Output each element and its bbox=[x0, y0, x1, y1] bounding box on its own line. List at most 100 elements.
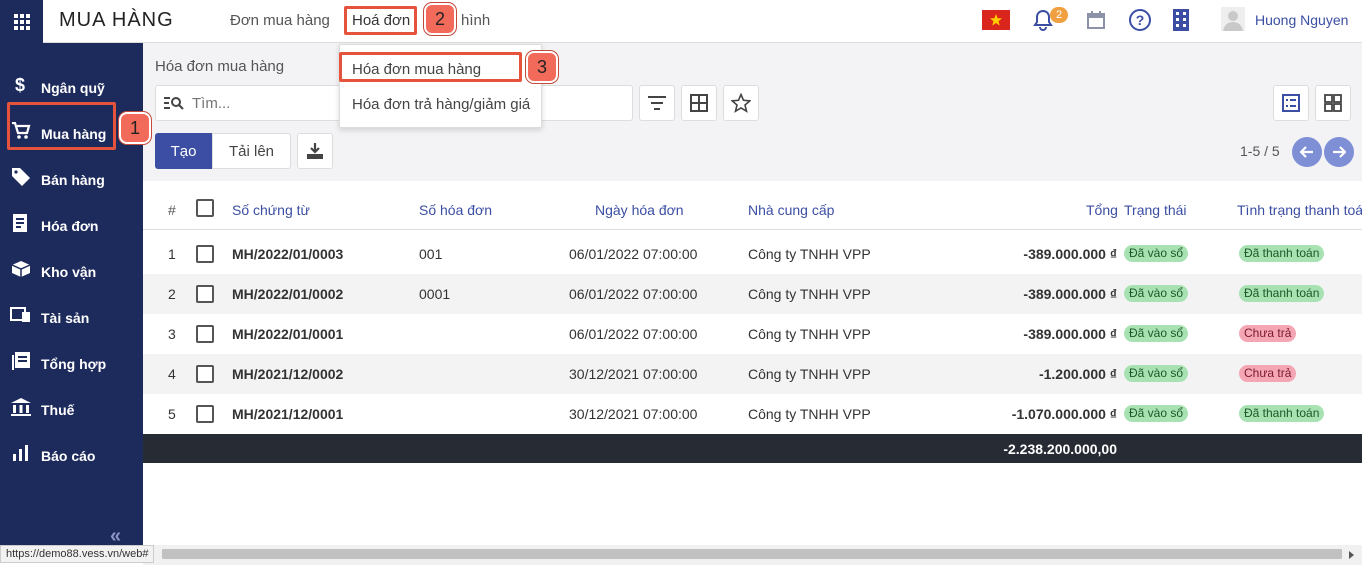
table-row[interactable]: 3 MH/2022/01/0001 06/01/2022 07:00:00 Cô… bbox=[143, 314, 1362, 354]
receipt-icon bbox=[10, 212, 32, 234]
vendor-name: Công ty TNHH VPP bbox=[748, 406, 871, 422]
sidebar-item-label: Tài sản bbox=[41, 310, 90, 326]
row-checkbox[interactable] bbox=[196, 325, 214, 343]
vietnam-flag-icon[interactable] bbox=[982, 10, 1010, 30]
total-amount: -1.070.000.000 ₫ bbox=[1011, 406, 1117, 422]
total-amount: -389.000.000 ₫ bbox=[1023, 286, 1117, 302]
table-row[interactable]: 2 MH/2022/01/0002 0001 06/01/2022 07:00:… bbox=[143, 274, 1362, 314]
row-number: 4 bbox=[168, 366, 176, 382]
pager-next-button[interactable] bbox=[1324, 137, 1354, 167]
calendar-icon[interactable] bbox=[1086, 10, 1106, 33]
nav-configuration[interactable]: hình bbox=[461, 12, 490, 29]
tag-icon bbox=[10, 166, 32, 188]
column-payment-status[interactable]: Tình trạng thanh toán bbox=[1237, 202, 1362, 218]
book-icon bbox=[10, 350, 32, 372]
table-row[interactable]: 1 MH/2022/01/0003 001 06/01/2022 07:00:0… bbox=[143, 234, 1362, 274]
sidebar: $ Ngân quỹ Mua hàng Bán hàng Hóa đơn Kho… bbox=[0, 0, 143, 547]
payment-status-badge: Đã thanh toán bbox=[1239, 245, 1325, 262]
column-document-number[interactable]: Số chứng từ bbox=[232, 202, 310, 218]
column-number: # bbox=[168, 202, 176, 218]
app-title: MUA HÀNG bbox=[59, 9, 174, 31]
step-marker-2: 2 bbox=[424, 3, 456, 35]
vendor-name: Công ty TNHH VPP bbox=[748, 246, 871, 262]
column-vendor[interactable]: Nhà cung cấp bbox=[748, 202, 834, 218]
highlight-box-purchase bbox=[7, 102, 116, 150]
kanban-icon bbox=[1324, 94, 1342, 112]
download-icon bbox=[307, 143, 323, 159]
sidebar-item-tax[interactable]: Thuế bbox=[0, 384, 143, 430]
table-row[interactable]: 5 MH/2021/12/0001 30/12/2021 07:00:00 Cô… bbox=[143, 394, 1362, 434]
pager-previous-button[interactable] bbox=[1292, 137, 1322, 167]
sidebar-item-general[interactable]: Tổng hợp bbox=[0, 338, 143, 384]
dropdown-item-return-invoice[interactable]: Hóa đơn trả hàng/giảm giá bbox=[352, 96, 530, 113]
row-number: 1 bbox=[168, 246, 176, 262]
arrow-right-icon bbox=[1333, 146, 1346, 158]
invoice-number: 001 bbox=[419, 246, 443, 262]
top-navbar: MUA HÀNG Đơn mua hàng Hoá đơn hình 2 ? H… bbox=[43, 0, 1362, 43]
filter-button[interactable] bbox=[639, 85, 675, 121]
invoice-date: 06/01/2022 07:00:00 bbox=[569, 326, 698, 342]
payment-status-badge: Đã thanh toán bbox=[1239, 405, 1325, 422]
total-amount: -1.200.000 ₫ bbox=[1038, 366, 1117, 382]
document-number: MH/2021/12/0002 bbox=[232, 366, 344, 382]
create-button[interactable]: Tạo bbox=[155, 133, 212, 169]
table-header: # Số chứng từ Số hóa đơn Ngày hóa đơn Nh… bbox=[143, 181, 1362, 230]
grid-icon bbox=[690, 94, 708, 112]
document-number: MH/2021/12/0001 bbox=[232, 406, 344, 422]
row-checkbox[interactable] bbox=[196, 365, 214, 383]
select-all-checkbox[interactable] bbox=[196, 199, 214, 217]
sidebar-item-assets[interactable]: Tài sản bbox=[0, 292, 143, 338]
kanban-view-button[interactable] bbox=[1315, 85, 1351, 121]
upload-button[interactable]: Tải lên bbox=[212, 133, 291, 169]
highlight-box-invoices bbox=[344, 6, 417, 35]
list-view-icon bbox=[1282, 94, 1300, 112]
invoice-date: 06/01/2022 07:00:00 bbox=[569, 286, 698, 302]
avatar[interactable] bbox=[1221, 7, 1245, 31]
help-icon[interactable]: ? bbox=[1129, 9, 1151, 31]
nav-purchase-orders[interactable]: Đơn mua hàng bbox=[230, 12, 330, 29]
sidebar-item-label: Hóa đơn bbox=[41, 218, 99, 234]
download-button[interactable] bbox=[297, 133, 333, 169]
sidebar-item-inventory[interactable]: Kho vận bbox=[0, 246, 143, 292]
row-checkbox[interactable] bbox=[196, 245, 214, 263]
status-badge: Đã vào sổ bbox=[1124, 285, 1189, 302]
horizontal-scrollbar-thumb[interactable] bbox=[162, 549, 1342, 559]
list-view-button[interactable] bbox=[1273, 85, 1309, 121]
row-checkbox[interactable] bbox=[196, 405, 214, 423]
invoice-date: 06/01/2022 07:00:00 bbox=[569, 246, 698, 262]
status-badge: Đã vào sổ bbox=[1124, 245, 1189, 262]
vendor-name: Công ty TNHH VPP bbox=[748, 326, 871, 342]
row-number: 3 bbox=[168, 326, 176, 342]
table-row[interactable]: 4 MH/2021/12/0002 30/12/2021 07:00:00 Cô… bbox=[143, 354, 1362, 394]
sidebar-item-label: Kho vận bbox=[41, 264, 97, 280]
svg-text:$: $ bbox=[15, 75, 25, 95]
column-status[interactable]: Trạng thái bbox=[1124, 202, 1187, 218]
step-marker-3: 3 bbox=[526, 51, 558, 83]
column-invoice-number[interactable]: Số hóa đơn bbox=[419, 202, 492, 218]
invoice-number: 0001 bbox=[419, 286, 451, 302]
invoice-date: 30/12/2021 07:00:00 bbox=[569, 406, 698, 422]
sidebar-item-invoices[interactable]: Hóa đơn bbox=[0, 200, 143, 246]
user-name[interactable]: Huong Nguyen bbox=[1255, 12, 1348, 28]
sidebar-item-reports[interactable]: Báo cáo bbox=[0, 430, 143, 476]
column-total[interactable]: Tổng bbox=[1086, 202, 1118, 218]
row-number: 5 bbox=[168, 406, 176, 422]
group-by-button[interactable] bbox=[681, 85, 717, 121]
row-checkbox[interactable] bbox=[196, 285, 214, 303]
scroll-right-arrow-icon[interactable] bbox=[1349, 551, 1354, 559]
favorites-button[interactable] bbox=[723, 85, 759, 121]
column-invoice-date[interactable]: Ngày hóa đơn bbox=[595, 202, 684, 218]
search-filter-icon bbox=[164, 95, 184, 114]
filter-icon bbox=[648, 96, 666, 110]
total-amount: -389.000.000 ₫ bbox=[1023, 326, 1117, 342]
row-number: 2 bbox=[168, 286, 176, 302]
status-bar-url: https://demo88.vess.vn/web# bbox=[0, 545, 155, 563]
payment-status-badge: Chưa trả bbox=[1239, 325, 1297, 342]
document-number: MH/2022/01/0002 bbox=[232, 286, 344, 302]
sidebar-item-sales[interactable]: Bán hàng bbox=[0, 154, 143, 200]
arrow-left-icon bbox=[1300, 146, 1313, 158]
apps-grid-icon[interactable] bbox=[0, 0, 43, 43]
sidebar-item-label: Ngân quỹ bbox=[41, 80, 105, 96]
company-icon[interactable] bbox=[1172, 8, 1190, 35]
star-icon bbox=[731, 93, 751, 113]
